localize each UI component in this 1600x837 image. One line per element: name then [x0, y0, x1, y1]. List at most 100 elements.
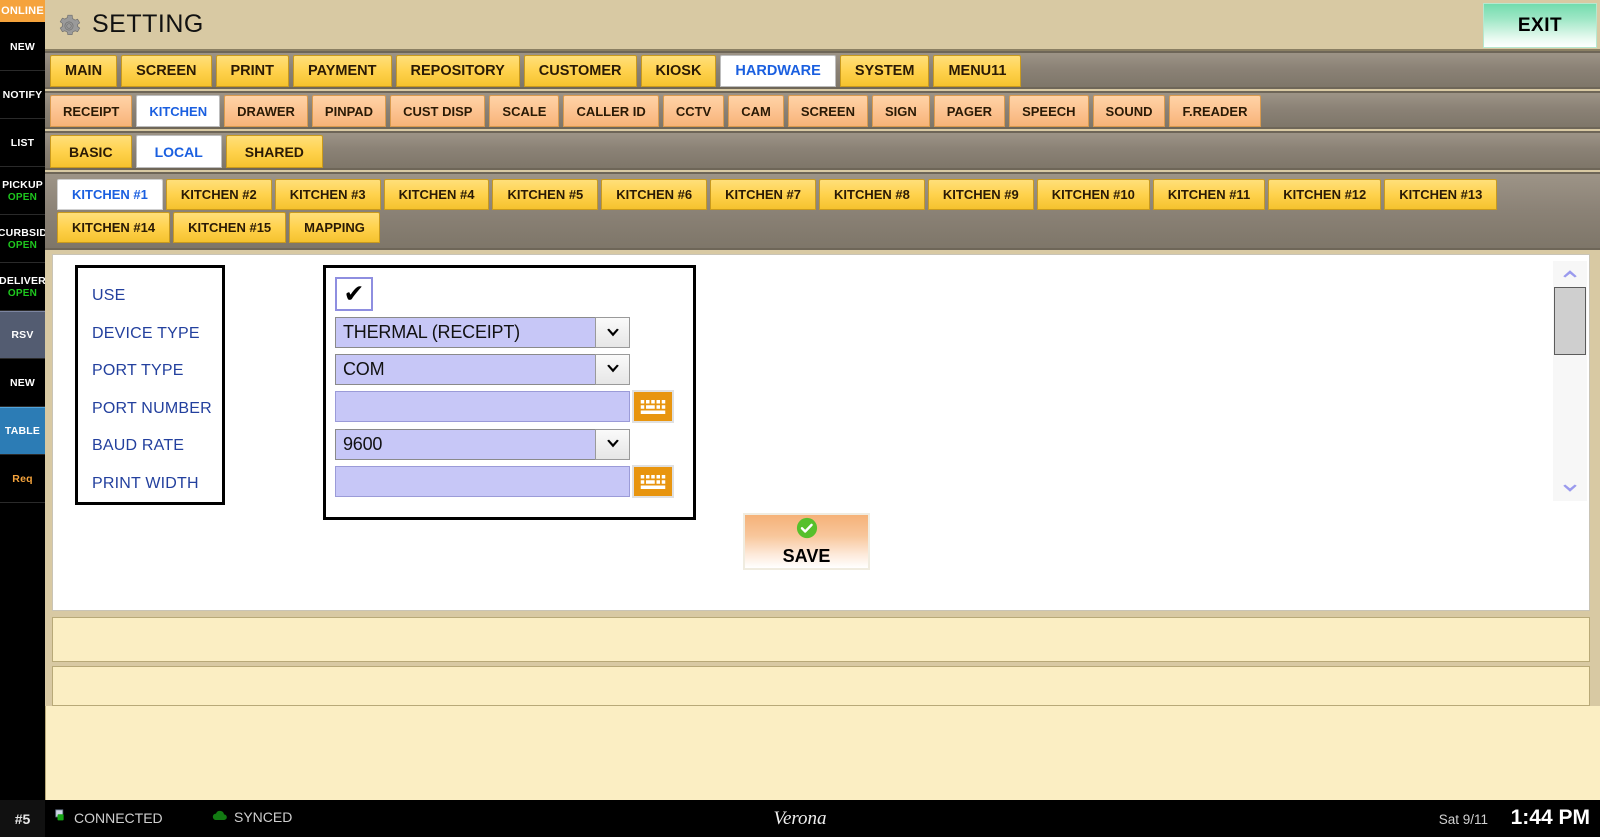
chevron-down-icon[interactable] — [595, 353, 630, 385]
sidebar-item-list: NEW NOTIFY LIST PICKUP OPEN CURBSID OPEN DELIVE… — [0, 23, 45, 503]
tab-local[interactable]: LOCAL — [135, 135, 222, 168]
tab-main[interactable]: MAIN — [50, 55, 118, 87]
scrollbar-thumb[interactable] — [1554, 287, 1586, 355]
kitchen-tab-bar: KITCHEN #1 KITCHEN #2 KITCHEN #3 KITCHEN #4… — [45, 172, 1600, 250]
tab-label: CAM — [741, 103, 771, 119]
baud-rate-select[interactable]: 9600 — [335, 428, 630, 460]
tab-print[interactable]: PRINT — [215, 55, 289, 87]
tab-label: BASIC — [69, 143, 113, 160]
sidebar-item-label: RSV — [11, 329, 34, 341]
tab-kitchen-8[interactable]: KITCHEN #8 — [819, 179, 925, 210]
sidebar-item-notify[interactable]: NOTIFY — [0, 71, 45, 119]
tab-label: KITCHEN #5 — [507, 187, 584, 202]
settings-content-panel: USE DEVICE TYPE PORT TYPE PORT NUMBER BA… — [52, 254, 1590, 611]
tab-kitchen-1[interactable]: KITCHEN #1 — [57, 179, 163, 210]
exit-button[interactable]: EXIT — [1483, 3, 1597, 48]
chevron-down-icon[interactable] — [595, 317, 630, 348]
tab-caller-id[interactable]: CALLER ID — [563, 95, 659, 127]
sidebar-item-req[interactable]: Req — [0, 455, 45, 503]
keyboard-icon[interactable] — [632, 390, 674, 423]
device-type-select[interactable]: THERMAL (RECEIPT) — [335, 317, 630, 348]
sidebar-item-table[interactable]: TABLE — [0, 407, 45, 455]
tab-shared[interactable]: SHARED — [225, 135, 323, 168]
tab-label: LOCAL — [154, 143, 203, 160]
tab-receipt[interactable]: RECEIPT — [50, 95, 133, 127]
chevron-up-icon[interactable] — [1553, 261, 1587, 287]
save-button[interactable]: SAVE — [743, 513, 870, 570]
tab-menu11[interactable]: MENU11 — [933, 55, 1022, 87]
save-button-label: SAVE — [782, 545, 831, 566]
tab-system[interactable]: SYSTEM — [839, 55, 930, 87]
tab-screen[interactable]: SCREEN — [787, 95, 868, 127]
tab-label: SCREEN — [800, 103, 855, 119]
tab-customer[interactable]: CUSTOMER — [523, 55, 637, 87]
tab-label: SHARED — [244, 143, 304, 160]
tab-label: PRINT — [230, 63, 275, 79]
tab-label: KITCHEN #4 — [398, 187, 475, 202]
tab-label: KITCHEN #1 — [72, 187, 148, 202]
tab-label: SYSTEM — [854, 63, 915, 79]
tab-kitchen-11[interactable]: KITCHEN #11 — [1152, 179, 1266, 210]
tab-kitchen-9[interactable]: KITCHEN #9 — [927, 179, 1034, 210]
tab-kitchen-10[interactable]: KITCHEN #10 — [1036, 179, 1150, 210]
sidebar-item-pickup[interactable]: PICKUP OPEN — [0, 167, 45, 215]
tab-kitchen-13[interactable]: KITCHEN #13 — [1384, 179, 1498, 210]
port-number-input[interactable] — [335, 391, 630, 422]
tab-speech[interactable]: SPEECH — [1009, 95, 1089, 127]
baud-rate-value: 9600 — [343, 433, 383, 454]
use-checkbox[interactable]: ✔ — [335, 277, 373, 311]
tab-kitchen-2[interactable]: KITCHEN #2 — [165, 179, 272, 210]
tab-cam[interactable]: CAM — [728, 95, 784, 127]
print-width-input[interactable] — [335, 466, 630, 497]
tab-repository[interactable]: REPOSITORY — [395, 55, 520, 87]
tab-kitchen-7[interactable]: KITCHEN #7 — [710, 179, 817, 210]
tab-kitchen-15[interactable]: KITCHEN #15 — [173, 212, 287, 243]
sidebar-item-new[interactable]: NEW — [0, 23, 45, 71]
tab-kitchen-3[interactable]: KITCHEN #3 — [274, 179, 381, 210]
tab-kitchen-12[interactable]: KITCHEN #12 — [1268, 179, 1382, 210]
tab-basic[interactable]: BASIC — [50, 135, 132, 168]
port-type-select[interactable]: COM — [335, 353, 630, 385]
chevron-down-icon[interactable] — [1553, 475, 1587, 501]
tab-kitchen-14[interactable]: KITCHEN #14 — [57, 212, 171, 243]
sidebar-item-list[interactable]: LIST — [0, 119, 45, 167]
tab-label: KITCHEN #12 — [1283, 187, 1367, 202]
tab-pager[interactable]: PAGER — [933, 95, 1006, 127]
tab-scale[interactable]: SCALE — [489, 95, 560, 127]
tab-hardware[interactable]: HARDWARE — [720, 55, 836, 87]
tab-screen[interactable]: SCREEN — [121, 55, 212, 87]
tab-f-reader[interactable]: F.READER — [1169, 95, 1261, 127]
tab-label: KITCHEN #11 — [1167, 187, 1251, 202]
sidebar-item-label: LIST — [10, 136, 35, 149]
pos-setting-screen: ONLINE NEW NOTIFY LIST PICKUP OPEN CURBSID OPE… — [0, 0, 1600, 837]
tab-kitchen[interactable]: KITCHEN — [136, 95, 221, 127]
tab-drawer[interactable]: DRAWER — [224, 95, 308, 127]
tab-kitchen-4[interactable]: KITCHEN #4 — [383, 179, 490, 210]
tab-label: MAIN — [65, 63, 103, 79]
tab-mapping[interactable]: MAPPING — [289, 212, 380, 243]
sidebar-item-curbsid[interactable]: CURBSID OPEN — [0, 215, 45, 263]
page-title: SETTING — [92, 10, 204, 38]
sidebar-item-new[interactable]: NEW — [0, 359, 45, 407]
field-input-box: ✔ THERMAL (RECEIPT) COM 9600 — [323, 265, 696, 520]
tab-payment[interactable]: PAYMENT — [293, 55, 392, 87]
chevron-down-icon[interactable] — [595, 428, 630, 460]
tab-sign[interactable]: SIGN — [872, 95, 930, 127]
sidebar-item-substatus: OPEN — [7, 287, 38, 299]
tab-kitchen-5[interactable]: KITCHEN #5 — [492, 179, 599, 210]
sidebar-item-rsv[interactable]: RSV — [0, 311, 45, 359]
tab-kitchen-6[interactable]: KITCHEN #6 — [601, 179, 708, 210]
tab-label: KITCHEN #15 — [188, 220, 272, 235]
tab-sound[interactable]: SOUND — [1092, 95, 1166, 127]
tab-label: HARDWARE — [735, 63, 821, 79]
tab-cctv[interactable]: CCTV — [662, 95, 725, 127]
tab-cust-disp[interactable]: CUST DISP — [390, 95, 486, 127]
sidebar-item-deliver[interactable]: DELIVER OPEN — [0, 263, 45, 311]
tab-label: REPOSITORY — [410, 63, 505, 79]
tab-pinpad[interactable]: PINPAD — [311, 95, 387, 127]
baud-rate-row: 9600 — [335, 428, 693, 460]
vertical-scrollbar[interactable] — [1553, 261, 1587, 501]
keyboard-icon[interactable] — [632, 465, 674, 498]
tab-kiosk[interactable]: KIOSK — [640, 55, 717, 87]
device-type-row: THERMAL (RECEIPT) — [335, 317, 693, 348]
